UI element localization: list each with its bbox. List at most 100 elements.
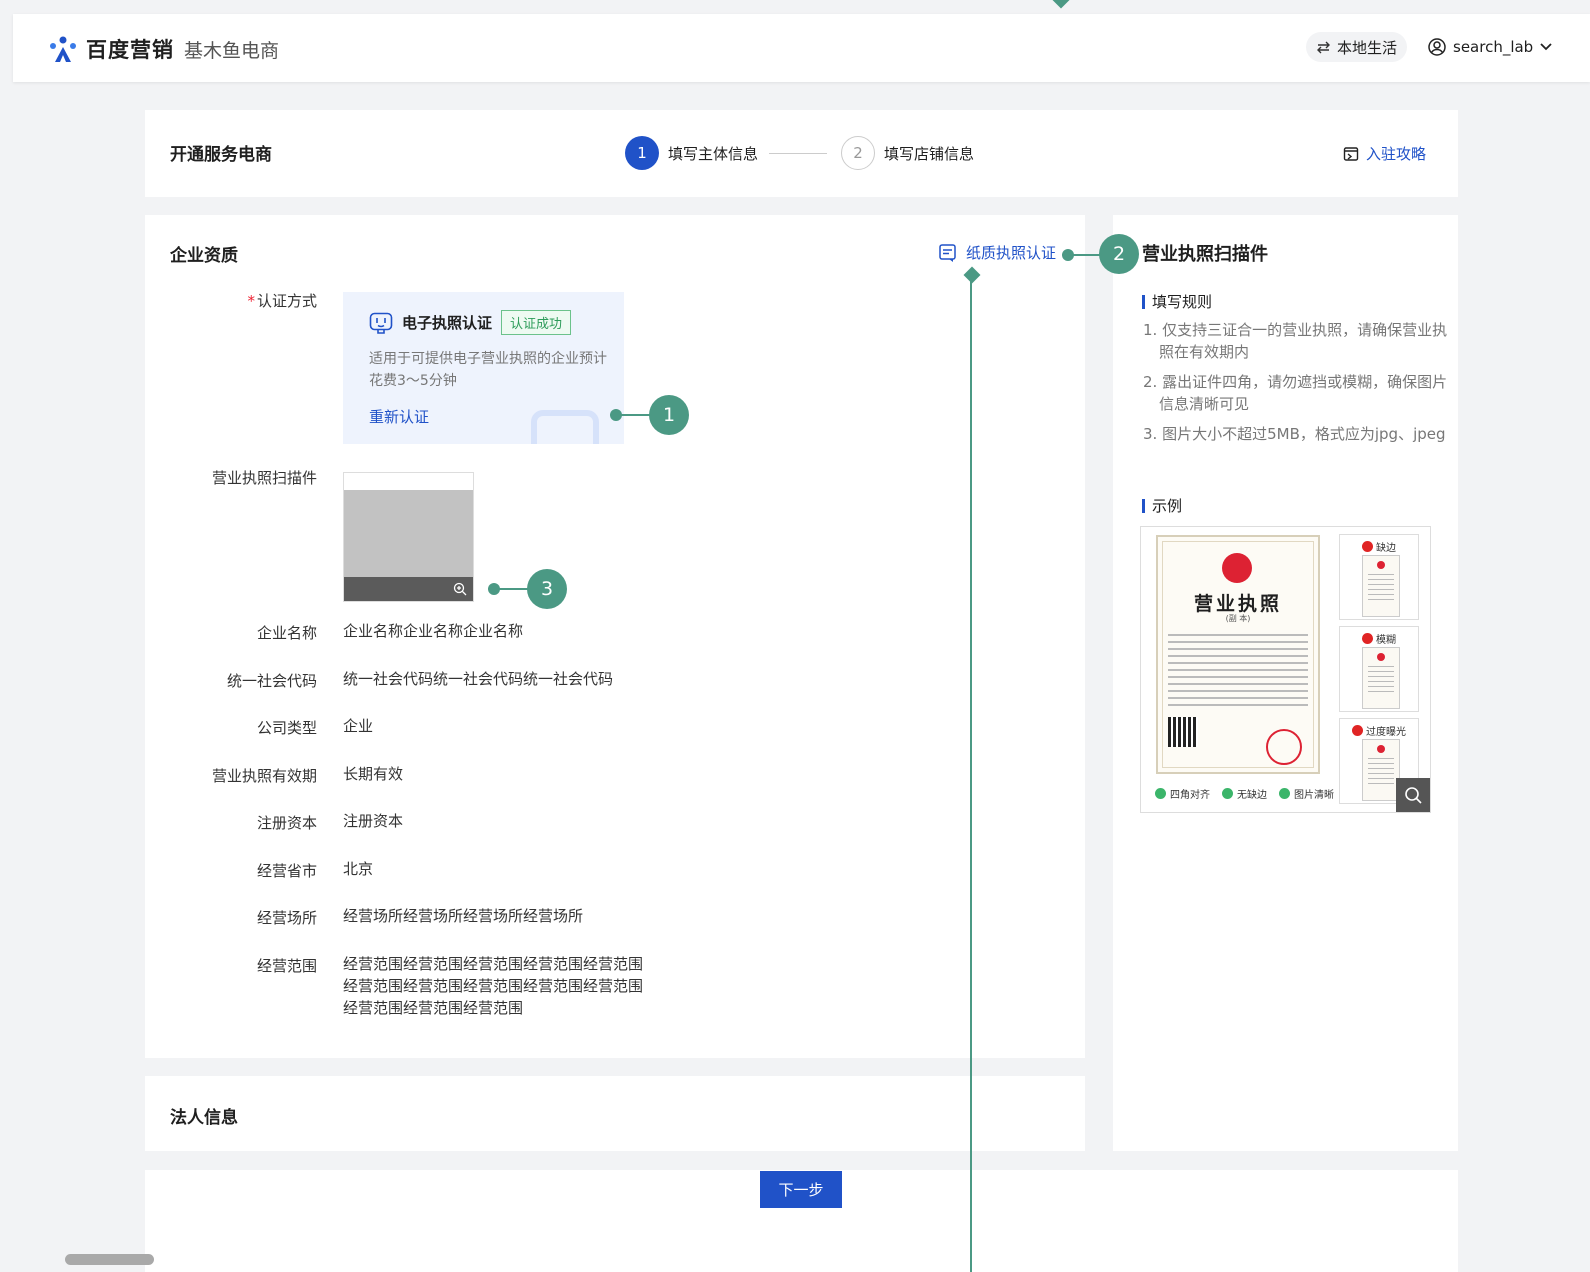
auth-method-name: 电子执照认证 (402, 314, 493, 332)
rule-item: 2. 露出证件四角，请勿遮挡或模糊，确保图片信息清晰可见 (1143, 373, 1448, 413)
business-province-value: 北京 (343, 860, 374, 878)
qr-code-icon (1168, 717, 1198, 747)
annotation-vertical-line (970, 279, 972, 1272)
check-icon (1155, 788, 1166, 799)
check-icon (1222, 788, 1233, 799)
page-title: 开通服务电商 (170, 145, 272, 165)
auth-watermark-icon (531, 410, 599, 444)
check-item: 四角对齐 (1155, 786, 1210, 801)
auth-method-label: * 认证方式 (247, 292, 317, 310)
error-icon (1352, 725, 1363, 736)
error-icon (1362, 541, 1373, 552)
brand-subtitle: 基木鱼电商 (184, 39, 280, 62)
annotation-marker-top (1052, 0, 1070, 9)
annotation-dot (488, 583, 500, 595)
registered-capital-value: 注册资本 (343, 812, 404, 830)
legal-person-title: 法人信息 (170, 1108, 238, 1128)
sample-license-subtitle: (副 本) (1225, 614, 1251, 623)
step-2: 2 填写店铺信息 (841, 136, 974, 170)
field-label: 经营范围 (256, 957, 317, 975)
national-emblem-icon (1222, 553, 1252, 583)
step-1-label: 填写主体信息 (668, 144, 759, 163)
e-license-icon (369, 312, 393, 334)
company-name-value: 企业名称企业名称企业名称 (343, 622, 524, 640)
switch-icon (1317, 41, 1330, 53)
business-scope-value: 经营范围经营范围经营范围经营范围经营范围经营范围经营范围经营范围经营范围经营范围… (343, 955, 644, 1017)
field-label: 经营省市 (256, 862, 317, 880)
chevron-down-icon (1540, 43, 1552, 51)
guide-link-label: 入驻攻略 (1366, 145, 1427, 163)
qualification-card: 企业资质 纸质执照认证 * 认证方式 电子执照认证 认证成功 适用于可提供电子营业… (145, 215, 1085, 1058)
guidance-panel: 营业执照扫描件 填写规则 1. 仅支持三证合一的营业执照，请确保营业执照在有效期… (1113, 215, 1458, 1151)
auth-method-card[interactable]: 电子执照认证 认证成功 适用于可提供电子营业执照的企业预计花费3～5分钟 重新认… (343, 292, 624, 444)
auth-description: 适用于可提供电子营业执照的企业预计花费3～5分钟 (369, 351, 607, 389)
field-label: 营业执照有效期 (211, 767, 317, 785)
annotation-dot (1062, 249, 1074, 261)
license-validity-value: 长期有效 (343, 765, 404, 783)
local-life-label: 本地生活 (1337, 38, 1398, 57)
search-icon (1405, 787, 1422, 804)
annotation-badge-1: 1 (649, 395, 689, 435)
step-1: 1 填写主体信息 (625, 136, 758, 170)
license-image (344, 490, 473, 577)
guide-book-icon (1343, 146, 1359, 161)
document-icon (939, 243, 956, 262)
rules-heading: 填写规则 (1142, 291, 1212, 312)
brand[interactable]: 百度营销 基木鱼电商 (48, 34, 279, 64)
check-icon (1279, 788, 1290, 799)
next-step-button[interactable]: 下一步 (760, 1171, 842, 1208)
zoom-in-icon[interactable] (453, 582, 467, 596)
auth-status-badge: 认证成功 (501, 310, 572, 335)
rule-item: 1. 仅支持三证合一的营业执照，请确保营业执照在有效期内 (1143, 321, 1448, 361)
step-connector (769, 153, 827, 154)
local-life-switch[interactable]: 本地生活 (1306, 32, 1408, 62)
annotation-badge-2: 2 (1099, 234, 1139, 274)
legal-person-card: 法人信息 (145, 1076, 1085, 1151)
horizontal-scrollbar[interactable] (65, 1254, 154, 1265)
step-1-number: 1 (625, 136, 659, 170)
bad-example-missing-edge: 缺边 (1339, 534, 1419, 620)
username: search_lab (1453, 38, 1534, 56)
user-icon (1428, 38, 1446, 56)
field-label: 注册资本 (256, 814, 317, 832)
sample-license-text (1168, 629, 1308, 711)
footer-bar: 下一步 (145, 1170, 1458, 1272)
paper-license-label: 纸质执照认证 (966, 244, 1057, 262)
qualification-title: 企业资质 (170, 246, 238, 266)
check-item: 图片清晰 (1279, 786, 1334, 801)
step-2-number: 2 (841, 136, 875, 170)
credit-code-value: 统一社会代码统一社会代码统一社会代码 (343, 670, 614, 688)
auth-method-head: 电子执照认证 认证成功 (369, 310, 572, 335)
sample-license-title: 营业执照 (1193, 593, 1282, 615)
rule-item: 3. 图片大小不超过5MB，格式应为jpg、jpeg (1143, 425, 1446, 443)
license-thumbnail[interactable] (343, 472, 474, 602)
example-zoom-button[interactable] (1396, 778, 1430, 812)
official-seal-icon (1266, 729, 1302, 765)
bad-example-blurry: 模糊 (1339, 626, 1419, 712)
baidu-marketing-logo (50, 36, 76, 62)
license-scan-label: 营业执照扫描件 (211, 469, 317, 487)
error-icon (1362, 633, 1373, 644)
annotation-badge-3: 3 (527, 569, 567, 609)
user-menu[interactable]: search_lab (1428, 38, 1552, 56)
example-checks: 四角对齐 无缺边 图片清晰 (1155, 786, 1334, 801)
example-heading: 示例 (1142, 495, 1182, 516)
guide-link[interactable]: 入驻攻略 (1343, 143, 1426, 164)
top-navbar: 百度营销 基木鱼电商 本地生活 search_lab (13, 14, 1590, 82)
guidance-title: 营业执照扫描件 (1142, 244, 1268, 265)
check-item: 无缺边 (1222, 786, 1267, 801)
field-label: 企业名称 (256, 624, 317, 642)
brand-name: 百度营销 (86, 38, 174, 62)
field-label: 经营场所 (256, 909, 317, 927)
company-type-value: 企业 (343, 717, 374, 735)
example-panel: 营业执照 (副 本) 四角对齐 无缺边 图片清晰 缺边 模糊 过度曝光 (1140, 526, 1431, 813)
field-label: 统一社会代码 (226, 672, 317, 690)
sample-license: 营业执照 (副 本) (1156, 535, 1320, 774)
paper-license-link[interactable]: 纸质执照认证 (938, 242, 1056, 263)
reauth-link[interactable]: 重新认证 (369, 406, 429, 427)
step-2-label: 填写店铺信息 (884, 144, 975, 163)
field-label: 公司类型 (256, 719, 317, 737)
thumbnail-toolbar (344, 577, 473, 601)
business-address-value: 经营场所经营场所经营场所经营场所 (343, 907, 584, 925)
annotation-dot (610, 409, 622, 421)
